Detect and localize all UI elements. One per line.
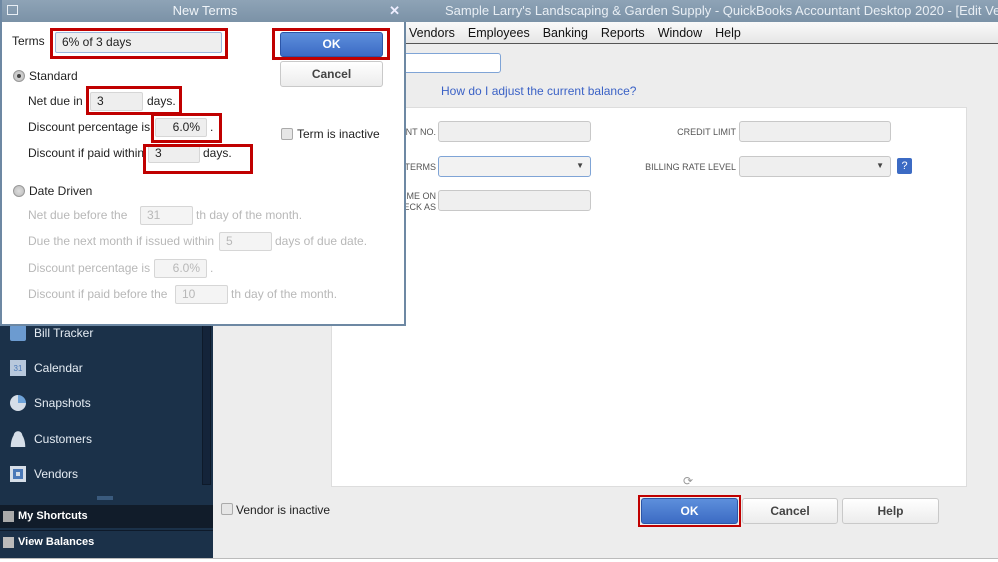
account-no-input[interactable] <box>438 121 591 142</box>
pie-chart-icon <box>10 395 26 411</box>
balances-icon <box>3 537 14 548</box>
name-on-check-input[interactable] <box>438 190 591 211</box>
person-icon <box>10 431 26 447</box>
sidebar-item-label: Customers <box>34 432 93 446</box>
system-menu-icon[interactable] <box>7 5 18 15</box>
sidebar-item-label: Vendors <box>34 467 79 481</box>
menu-reports[interactable]: Reports <box>601 22 645 44</box>
menu-bar: Vendors Employees Banking Reports Window Help <box>405 22 998 44</box>
vendor-inactive-checkbox[interactable] <box>221 503 233 515</box>
menu-window[interactable]: Window <box>658 22 702 44</box>
due-next-month-input: 5 <box>219 232 272 251</box>
period: . <box>210 261 214 275</box>
label-line: ECK AS <box>403 202 436 212</box>
ok-highlight <box>272 28 390 60</box>
due-next-month-label: Due the next month if issued within <box>28 234 215 248</box>
terms-label: Terms <box>12 34 45 48</box>
discount-pct-highlight <box>151 113 222 143</box>
sidebar-item-label: Calendar <box>34 361 83 375</box>
standard-radio[interactable] <box>13 70 25 82</box>
bill-tracker-icon <box>10 325 26 341</box>
date-driven-label: Date Driven <box>29 184 93 198</box>
chevron-down-icon: ▼ <box>876 161 884 170</box>
view-balances-tab[interactable]: View Balances <box>0 530 213 553</box>
chevron-down-icon: ▼ <box>576 161 584 170</box>
sidebar-item-label: Snapshots <box>34 396 91 410</box>
days-of-due-label: days of due date. <box>275 234 368 248</box>
tab-label: My Shortcuts <box>18 510 88 522</box>
credit-limit-label: CREDIT LIMIT <box>677 127 736 137</box>
net-due-before-input: 31 <box>140 206 193 225</box>
my-shortcuts-tab[interactable]: My Shortcuts <box>0 505 213 528</box>
sidebar-item-snapshots[interactable]: Snapshots <box>10 395 91 411</box>
tab-label: View Balances <box>18 536 95 548</box>
adjust-balance-link[interactable]: How do I adjust the current balance? <box>441 84 636 98</box>
discount-within-highlight <box>143 144 253 174</box>
sidebar-item-bill-tracker[interactable]: Bill Tracker <box>10 325 93 341</box>
sidebar-item-calendar[interactable]: 31 Calendar <box>10 360 83 376</box>
date-driven-radio[interactable] <box>13 185 25 197</box>
dialog-cancel-button[interactable]: Cancel <box>280 61 383 87</box>
new-terms-dialog: New Terms ✕ Terms 6% of 3 days OK Cancel… <box>0 0 408 326</box>
ok-highlight <box>638 495 741 527</box>
help-icon[interactable]: ? <box>897 158 912 174</box>
dd-discount-before-input: 10 <box>175 285 228 304</box>
sidebar-item-customers[interactable]: Customers <box>10 431 92 447</box>
term-inactive-label: Term is inactive <box>297 127 380 141</box>
vendor-icon <box>10 466 26 482</box>
dd-discount-pct-input: 6.0% <box>154 259 207 278</box>
dd-discount-pct-label: Discount percentage is <box>28 261 151 275</box>
dd-discount-before-label: Discount if paid before the <box>28 287 168 301</box>
discount-pct-label: Discount percentage is <box>28 120 151 134</box>
vendor-help-button[interactable]: Help <box>842 498 939 524</box>
vendor-inactive-label: Vendor is inactive <box>236 503 331 517</box>
left-icon-bar: Bill Tracker 31 Calendar Snapshots Custom… <box>0 325 213 558</box>
dialog-title-bar: New Terms ✕ <box>2 0 408 22</box>
terms-dropdown[interactable]: ▼ <box>438 156 591 177</box>
th-day-label: th day of the month. <box>231 287 338 301</box>
term-inactive-checkbox[interactable] <box>281 128 293 140</box>
menu-banking[interactable]: Banking <box>543 22 588 44</box>
close-icon[interactable]: ✕ <box>389 0 400 22</box>
credit-limit-input[interactable] <box>739 121 891 142</box>
dialog-title: New Terms <box>172 3 238 18</box>
net-due-highlight <box>86 86 182 115</box>
status-strip <box>0 558 998 562</box>
sidebar-item-vendors[interactable]: Vendors <box>10 466 78 482</box>
splitter-handle[interactable] <box>97 496 113 500</box>
th-day-label: th day of the month. <box>196 208 303 222</box>
billing-rate-dropdown[interactable]: ▼ <box>739 156 891 177</box>
menu-help[interactable]: Help <box>715 22 741 44</box>
vendor-name-field[interactable] <box>400 53 501 73</box>
label-line: ME ON <box>406 191 436 201</box>
menu-employees[interactable]: Employees <box>468 22 530 44</box>
net-due-before-label: Net due before the <box>28 208 128 222</box>
rotate-handle-icon: ⟳ <box>683 474 694 488</box>
terms-highlight <box>50 28 228 59</box>
net-due-label: Net due in <box>28 94 83 108</box>
sidebar-item-label: Bill Tracker <box>34 326 94 340</box>
calendar-icon: 31 <box>10 360 26 376</box>
discount-within-label: Discount if paid within <box>28 146 145 160</box>
shortcut-icon <box>3 511 14 522</box>
standard-label: Standard <box>29 69 78 83</box>
billing-rate-label: BILLING RATE LEVEL <box>645 162 736 172</box>
sidebar-scrollbar[interactable] <box>202 325 211 485</box>
vendor-cancel-button[interactable]: Cancel <box>742 498 838 524</box>
menu-vendors[interactable]: Vendors <box>409 22 455 44</box>
